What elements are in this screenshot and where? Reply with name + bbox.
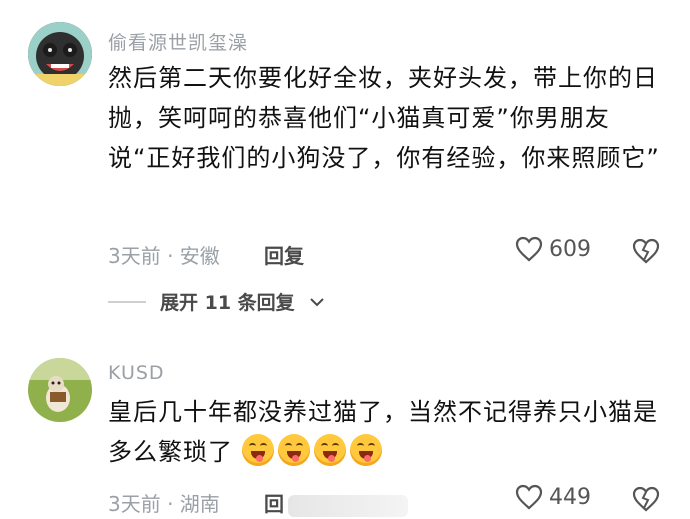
grinning-tongue-emoji <box>313 434 346 466</box>
avatar[interactable] <box>28 22 92 86</box>
reply-button[interactable]: 回 <box>264 488 408 517</box>
divider-line <box>108 300 146 303</box>
expand-replies-label: 展开 11 条回复 <box>160 292 295 314</box>
chevron-down-icon <box>309 297 324 306</box>
expand-replies-button[interactable]: 展开 11 条回复 <box>108 288 325 315</box>
avatar-image <box>28 22 92 86</box>
grinning-tongue-emoji <box>241 434 274 466</box>
like-button[interactable]: 609 <box>515 236 591 262</box>
comment-time-location: 3天前 · 湖南 <box>108 492 220 516</box>
grinning-tongue-emoji <box>277 434 310 466</box>
reply-button-label: 回 <box>264 492 284 516</box>
comment-time-location: 3天前 · 安徽 <box>108 244 220 268</box>
broken-heart-icon <box>632 238 660 264</box>
dislike-button[interactable] <box>632 238 660 268</box>
reply-button[interactable]: 回复 <box>264 240 304 269</box>
avatar-image <box>28 358 92 422</box>
like-count: 609 <box>549 236 591 262</box>
like-button[interactable]: 449 <box>515 484 591 510</box>
avatar[interactable] <box>28 358 92 422</box>
like-count: 449 <box>549 484 591 510</box>
comment-text: 然后第二天你要化好全妆，夹好头发，带上你的日抛，笑呵呵的恭喜他们“小猫真可爱”你… <box>108 64 660 172</box>
heart-outline-icon <box>515 484 543 510</box>
comment-username[interactable]: 偷看源世凯玺澡 <box>108 28 248 55</box>
comment-text-content: 皇后几十年都没养过猫了，当然不记得养只小猫是多么繁琐了 <box>108 398 658 466</box>
grinning-tongue-emoji <box>349 434 382 466</box>
watermark-overlay <box>288 494 408 517</box>
broken-heart-icon <box>632 486 660 512</box>
dislike-button[interactable] <box>632 486 660 516</box>
heart-outline-icon <box>515 236 543 262</box>
comment-username[interactable]: KUSD <box>108 362 165 384</box>
comment-text: 皇后几十年都没养过猫了，当然不记得养只小猫是多么繁琐了 <box>108 392 668 472</box>
